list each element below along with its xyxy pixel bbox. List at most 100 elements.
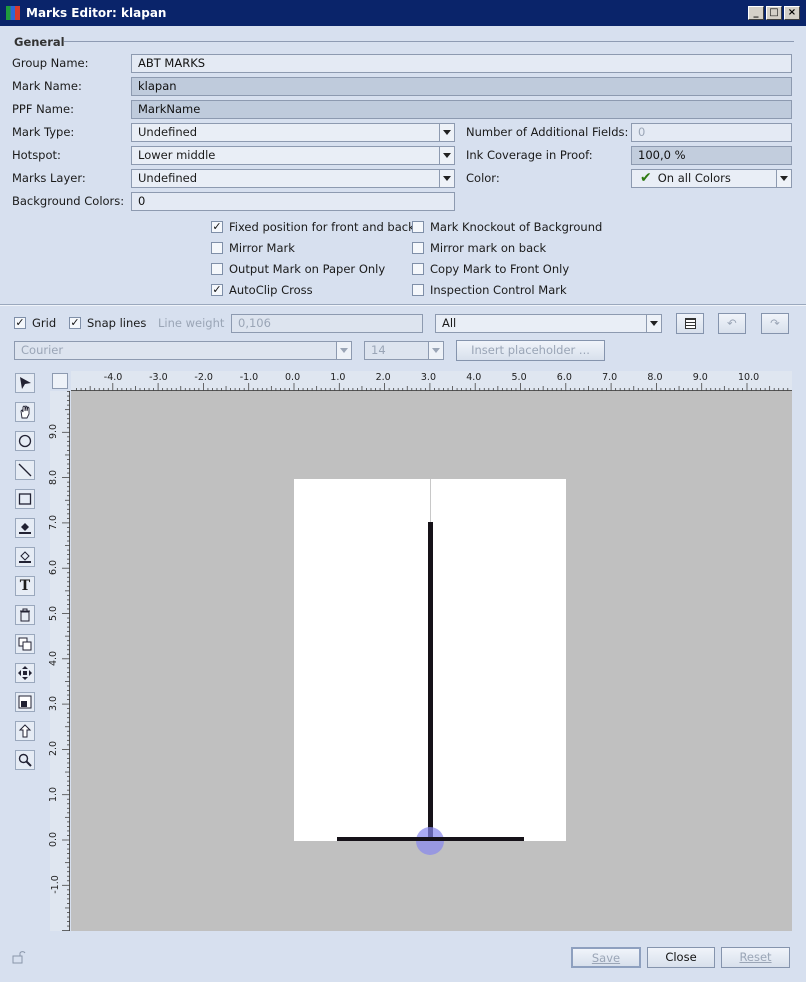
checkbox-box[interactable] [412, 284, 424, 296]
chevron-down-icon[interactable] [646, 315, 661, 332]
chevron-down-icon[interactable] [439, 124, 454, 141]
ruler-x-label: 4.0 [466, 372, 482, 383]
checkbox-box[interactable]: ✓ [211, 221, 223, 233]
chevron-down-icon[interactable] [428, 342, 443, 359]
knockout-label: Mark Knockout of Background [430, 220, 603, 234]
ruler-y-label: 1.0 [48, 786, 60, 802]
stroke-icon[interactable] [15, 547, 35, 567]
reset-button[interactable]: Reset [721, 947, 790, 968]
horizontal-stroke[interactable] [337, 837, 524, 841]
group-name-label: Group Name: [12, 56, 89, 70]
checkbox-box[interactable] [412, 263, 424, 275]
mark-type-select[interactable]: Undefined [131, 123, 455, 142]
marks-layer-value: Undefined [138, 171, 197, 185]
zoom-icon[interactable] [15, 750, 35, 770]
inspection-checkbox[interactable]: Inspection Control Mark [412, 282, 567, 298]
mark-name-field[interactable]: klapan [131, 77, 792, 96]
font-select[interactable]: Courier [14, 341, 352, 360]
ruler-x-label: 0.0 [285, 372, 301, 383]
ppf-name-label: PPF Name: [12, 102, 74, 116]
copy-front-label: Copy Mark to Front Only [430, 262, 570, 276]
hotspot-select[interactable]: Lower middle [131, 146, 455, 165]
marks-layer-select[interactable]: Undefined [131, 169, 455, 188]
maximize-button[interactable]: □ [766, 6, 782, 20]
chevron-down-icon[interactable] [439, 170, 454, 187]
line-weight-field[interactable]: 0,106 [231, 314, 423, 333]
ruler-x-label: 10.0 [738, 372, 760, 383]
hand-pan-icon[interactable] [15, 402, 35, 422]
ruler-y-label: 7.0 [48, 514, 60, 530]
bring-front-icon[interactable] [15, 721, 35, 741]
ruler-x-label: 6.0 [556, 372, 572, 383]
checkbox-box[interactable] [211, 263, 223, 275]
ruler-x-label: 5.0 [511, 372, 527, 383]
trash-icon[interactable] [15, 605, 35, 625]
ruler-corner[interactable] [52, 373, 68, 389]
knockout-checkbox[interactable]: Mark Knockout of Background [412, 219, 602, 235]
ruler-y-label: 6.0 [48, 560, 60, 576]
select-arrow-icon[interactable] [15, 373, 35, 393]
lock-icon[interactable] [12, 950, 26, 967]
ruler-y-label: 4.0 [48, 650, 60, 666]
background-colors-field[interactable]: 0 [131, 192, 455, 211]
chevron-down-icon[interactable] [776, 170, 791, 187]
mirror-back-checkbox[interactable]: Mirror mark on back [412, 240, 546, 256]
text-icon[interactable]: T [15, 576, 35, 596]
chevron-down-icon[interactable] [336, 342, 351, 359]
layer-filter-value: All [442, 316, 457, 330]
move-icon[interactable] [15, 663, 35, 683]
ppf-name-field[interactable]: MarkName [131, 100, 792, 119]
undo-button[interactable]: ↶ [718, 313, 746, 334]
ruler-x-label: -3.0 [149, 372, 168, 383]
vertical-stroke[interactable] [428, 522, 433, 840]
grid-checkbox[interactable]: ✓ Grid [14, 315, 56, 331]
mark-type-label: Mark Type: [12, 125, 75, 139]
title-bar: Marks Editor: klapan _ □ × [0, 0, 806, 26]
ruler-x-label: 8.0 [647, 372, 663, 383]
close-button[interactable]: Close [647, 947, 715, 968]
additional-fields-field[interactable]: 0 [631, 123, 792, 142]
center-guide-line [430, 479, 431, 523]
general-divider [64, 41, 794, 42]
rectangle-icon[interactable] [15, 489, 35, 509]
line-icon[interactable] [15, 460, 35, 480]
checkbox-box[interactable]: ✓ [14, 317, 26, 329]
fixed-position-checkbox[interactable]: ✓ Fixed position for front and back [211, 219, 415, 235]
insert-placeholder-button[interactable]: Insert placeholder ... [456, 340, 605, 361]
checkbox-box[interactable] [211, 242, 223, 254]
checkbox-box[interactable] [412, 221, 424, 233]
checkbox-box[interactable]: ✓ [69, 317, 81, 329]
hotspot-marker[interactable] [416, 827, 444, 855]
circle-icon[interactable] [15, 431, 35, 451]
ruler-y-label: -1.0 [49, 875, 61, 895]
ruler-x-label: -1.0 [239, 372, 259, 383]
properties-button[interactable] [676, 313, 704, 334]
list-icon [684, 318, 696, 329]
ink-coverage-label: Ink Coverage in Proof: [466, 148, 593, 162]
color-select[interactable]: ✔ On all Colors [631, 169, 792, 188]
ruler-x-label: 9.0 [692, 372, 708, 383]
font-size-select[interactable]: 14 [364, 341, 444, 360]
close-window-button[interactable]: × [784, 6, 800, 20]
mirror-mark-checkbox[interactable]: Mirror Mark [211, 240, 295, 256]
resize-icon[interactable] [15, 692, 35, 712]
layer-filter-select[interactable]: All [435, 314, 662, 333]
drawing-canvas[interactable] [71, 391, 792, 931]
group-name-field[interactable]: ABT MARKS [131, 54, 792, 73]
ruler-y-label: 5.0 [48, 605, 60, 621]
duplicate-icon[interactable] [15, 634, 35, 654]
minimize-button[interactable]: _ [748, 6, 764, 20]
fill-icon[interactable] [15, 518, 35, 538]
additional-fields-label: Number of Additional Fields: [466, 125, 629, 139]
ruler-y-label: 9.0 [48, 424, 60, 440]
output-on-paper-checkbox[interactable]: Output Mark on Paper Only [211, 261, 385, 277]
chevron-down-icon[interactable] [439, 147, 454, 164]
checkbox-box[interactable] [412, 242, 424, 254]
copy-front-checkbox[interactable]: Copy Mark to Front Only [412, 261, 569, 277]
checkbox-box[interactable]: ✓ [211, 284, 223, 296]
snap-lines-checkbox[interactable]: ✓ Snap lines [69, 315, 146, 331]
ruler-x-label: -2.0 [194, 372, 213, 383]
redo-button[interactable]: ↷ [761, 313, 789, 334]
save-button[interactable]: Save [571, 947, 641, 968]
autoclip-cross-checkbox[interactable]: ✓ AutoClip Cross [211, 282, 313, 298]
